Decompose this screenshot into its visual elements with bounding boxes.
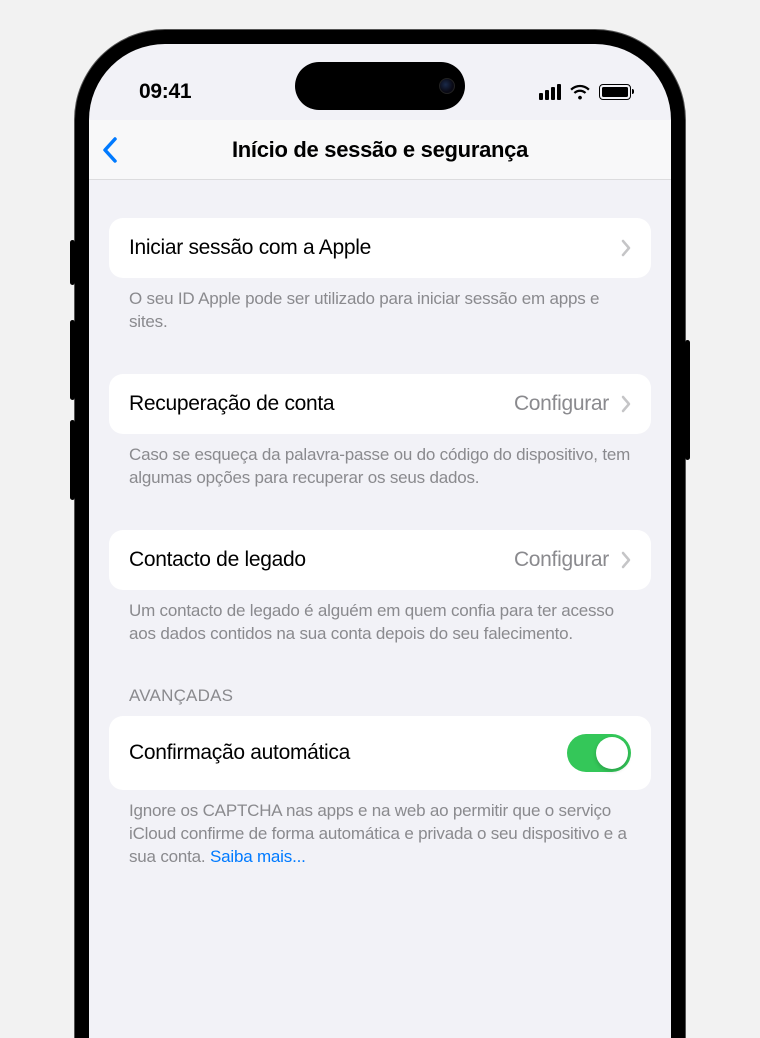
side-button-volume-down: [70, 420, 75, 500]
side-button-power: [685, 340, 690, 460]
row-title: Recuperação de conta: [129, 392, 334, 416]
auto-verification-toggle[interactable]: [567, 734, 631, 772]
section-footer: Um contacto de legado é alguém em quem c…: [109, 590, 651, 646]
row-title: Contacto de legado: [129, 548, 306, 572]
legacy-contact-row[interactable]: Contacto de legado Configurar: [109, 530, 651, 590]
section-footer: Ignore os CAPTCHA nas apps e na web ao p…: [109, 790, 651, 869]
page-title: Início de sessão e segurança: [89, 137, 671, 163]
status-time: 09:41: [139, 80, 191, 104]
cellular-signal-icon: [539, 84, 561, 100]
sign-in-section: Iniciar sessão com a Apple O seu ID Appl…: [109, 218, 651, 334]
footer-text-body: Ignore os CAPTCHA nas apps e na web ao p…: [129, 801, 627, 866]
dynamic-island: [295, 62, 465, 110]
row-title: Confirmação automática: [129, 741, 350, 765]
sign-in-with-apple-row[interactable]: Iniciar sessão com a Apple: [109, 218, 651, 278]
row-value: Configurar: [514, 392, 609, 416]
learn-more-link[interactable]: Saiba mais...: [210, 847, 306, 866]
side-button-silence: [70, 240, 75, 285]
section-header: AVANÇADAS: [109, 686, 651, 716]
phone-screen: 09:41: [89, 44, 671, 1038]
battery-icon: [599, 84, 631, 100]
back-button[interactable]: [101, 136, 119, 164]
chevron-right-icon: [621, 239, 631, 257]
chevron-right-icon: [621, 395, 631, 413]
section-footer: Caso se esqueça da palavra-passe ou do c…: [109, 434, 651, 490]
settings-content: Iniciar sessão com a Apple O seu ID Appl…: [89, 218, 671, 868]
front-camera-icon: [439, 78, 455, 94]
navigation-bar: Início de sessão e segurança: [89, 120, 671, 180]
row-title: Iniciar sessão com a Apple: [129, 236, 371, 260]
chevron-right-icon: [621, 551, 631, 569]
wifi-icon: [569, 84, 591, 100]
side-button-volume-up: [70, 320, 75, 400]
account-recovery-section: Recuperação de conta Configurar Caso se …: [109, 374, 651, 490]
iphone-frame: 09:41: [75, 30, 685, 1038]
status-indicators: [539, 84, 631, 100]
account-recovery-row[interactable]: Recuperação de conta Configurar: [109, 374, 651, 434]
advanced-section: AVANÇADAS Confirmação automática Ignore …: [109, 686, 651, 869]
auto-verification-row[interactable]: Confirmação automática: [109, 716, 651, 790]
legacy-contact-section: Contacto de legado Configurar Um contact…: [109, 530, 651, 646]
section-footer: O seu ID Apple pode ser utilizado para i…: [109, 278, 651, 334]
toggle-knob: [596, 737, 628, 769]
device-mockup-canvas: 09:41: [0, 0, 760, 1038]
row-value: Configurar: [514, 548, 609, 572]
chevron-left-icon: [101, 136, 119, 164]
